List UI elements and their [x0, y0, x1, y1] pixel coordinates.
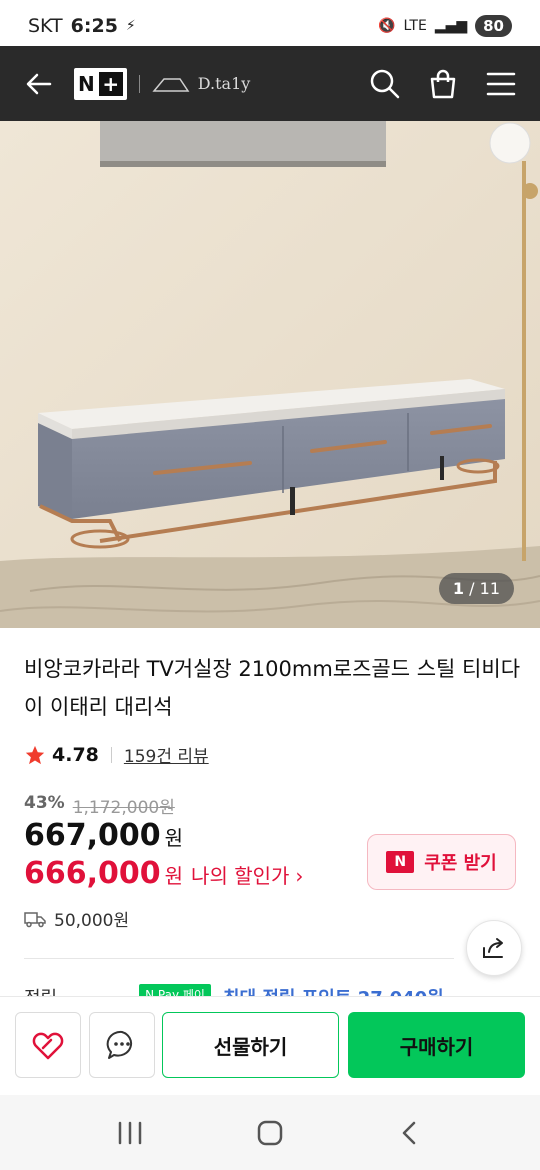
- sale-price-unit: 원: [164, 826, 184, 850]
- my-price-label: 나의 할인가: [191, 864, 290, 888]
- naver-plus-logo[interactable]: N +: [74, 67, 127, 100]
- system-back-button[interactable]: [380, 1108, 440, 1158]
- share-button[interactable]: [466, 920, 522, 976]
- clock: 6:25: [70, 15, 118, 37]
- network-label: LTE: [403, 18, 427, 34]
- coupon-label: 쿠폰 받기: [424, 853, 497, 874]
- brand-logo[interactable]: D.ta1y: [152, 74, 251, 93]
- section-divider: [24, 958, 454, 959]
- truck-icon: [24, 911, 46, 927]
- buy-button[interactable]: 구매하기: [348, 1012, 525, 1078]
- hamburger-menu-icon: [486, 72, 516, 95]
- search-button[interactable]: [364, 63, 406, 105]
- header-divider: [138, 74, 140, 93]
- product-photo: [0, 121, 540, 628]
- naver-coupon-icon: N: [386, 851, 415, 873]
- menu-button[interactable]: [480, 63, 522, 105]
- original-price: 1,172,000원: [72, 798, 175, 818]
- my-price-unit: 원: [164, 864, 184, 888]
- price-row: 667,000 원: [24, 818, 183, 853]
- rating-row: 4.78 159건 리뷰: [24, 742, 209, 767]
- star-icon: [25, 745, 45, 764]
- rating-score: 4.78: [52, 743, 99, 766]
- app-header: N + D.ta1y: [0, 46, 540, 121]
- home-icon: [257, 1120, 283, 1145]
- chevron-left-icon: [402, 1121, 416, 1144]
- heart-link-icon: [32, 1032, 64, 1060]
- page-separator: /: [469, 579, 475, 598]
- product-image-gallery[interactable]: 1 / 11: [0, 121, 540, 628]
- discount-row: 43% 1,172,000원: [24, 793, 175, 818]
- nplus-n: N: [78, 71, 95, 96]
- mute-icon: 🔇: [378, 18, 396, 34]
- get-coupon-button[interactable]: N 쿠폰 받기: [367, 834, 516, 890]
- chat-bubble-icon: [106, 1030, 133, 1059]
- discount-rate: 43%: [24, 793, 65, 813]
- talk-talk-button[interactable]: [89, 1012, 155, 1078]
- my-discount-price-link[interactable]: 666,000 원 나의 할인가 ›: [24, 856, 303, 891]
- sale-price: 667,000: [24, 818, 161, 853]
- back-button[interactable]: [18, 63, 60, 105]
- bottom-action-bar: 선물하기 구매하기: [0, 996, 540, 1095]
- shipping-fee: 50,000원: [54, 911, 130, 931]
- page-current: 1: [452, 579, 465, 598]
- my-price: 666,000: [24, 856, 161, 891]
- signal-icon: ▂▄▆: [434, 18, 468, 34]
- arrow-left-icon: [26, 73, 52, 94]
- wishlist-button[interactable]: [15, 1012, 81, 1078]
- rating-divider: [110, 746, 112, 763]
- product-title: 비앙코카라라 TV거실장 2100mm로즈골드 스틸 티비다이 이태리 대리석: [24, 657, 521, 719]
- volte-icon: ⚡: [125, 18, 136, 34]
- cart-button[interactable]: [422, 63, 464, 105]
- chevron-right-icon: ›: [295, 864, 304, 888]
- review-count-link[interactable]: 159건 리뷰: [124, 742, 209, 767]
- nplus-plus: +: [98, 71, 123, 96]
- page-indicator: 1 / 11: [438, 573, 514, 604]
- recent-apps-icon: [118, 1121, 142, 1144]
- home-button[interactable]: [240, 1108, 300, 1158]
- carrier-label: SKT: [28, 15, 63, 37]
- page-total: 11: [479, 579, 500, 598]
- brand-name: D.ta1y: [197, 74, 251, 93]
- share-icon: [483, 938, 503, 958]
- gift-button[interactable]: 선물하기: [162, 1012, 339, 1078]
- system-nav-bar: [0, 1095, 540, 1170]
- shopping-bag-icon: [430, 69, 456, 98]
- shipping-fee-row: 50,000원: [24, 906, 129, 931]
- battery-indicator: 80: [475, 15, 512, 37]
- recent-apps-button[interactable]: [100, 1108, 160, 1158]
- status-bar: SKT 6:25 ⚡ 🔇 LTE ▂▄▆ 80: [0, 0, 540, 52]
- house-outline-icon: [152, 77, 190, 92]
- search-icon: [370, 69, 400, 98]
